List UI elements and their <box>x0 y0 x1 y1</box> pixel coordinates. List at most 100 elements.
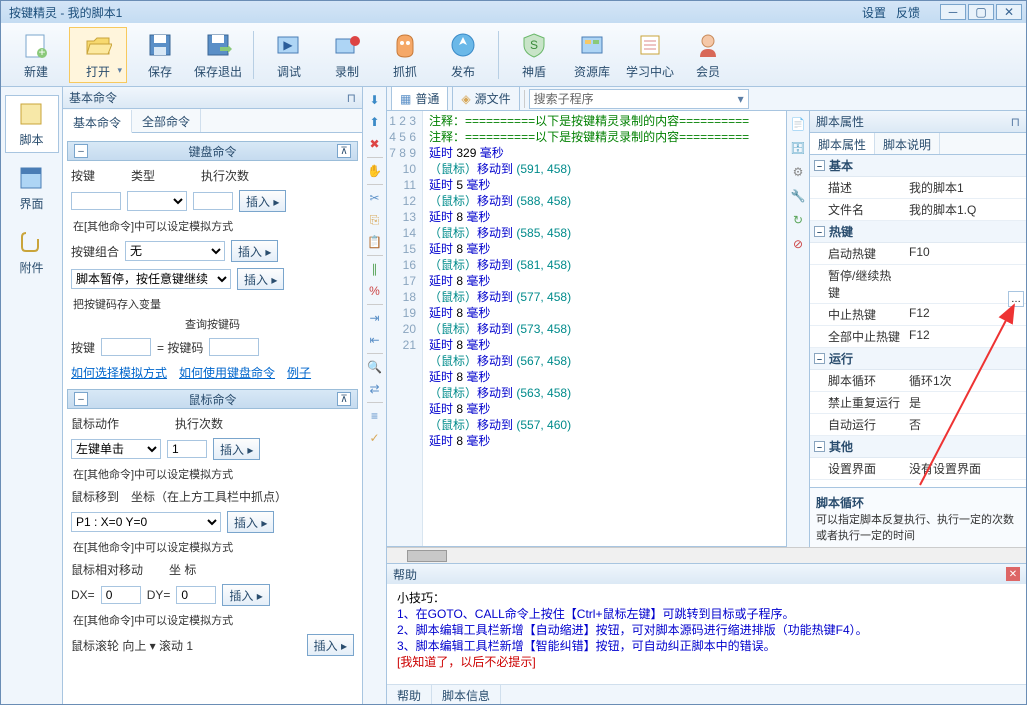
expand-icon[interactable]: ⊼ <box>337 144 351 158</box>
pin-icon[interactable]: ⊓ <box>347 91 356 105</box>
prop-cat-run[interactable]: –运行 <box>810 348 1026 370</box>
learn-button[interactable]: 学习中心 <box>625 27 675 83</box>
vtool-cut-icon[interactable]: ✂ <box>366 189 384 207</box>
subtab-all[interactable]: 全部命令 <box>132 109 201 132</box>
vtool-arrow-up-icon[interactable]: ⬆ <box>366 113 384 131</box>
vtool-copy-icon[interactable]: ⎘ <box>366 211 384 229</box>
proptab-desc[interactable]: 脚本说明 <box>875 133 940 154</box>
rtool-gear-icon[interactable]: ⚙ <box>789 163 807 181</box>
count-input[interactable] <box>193 192 233 210</box>
vtool-arrow-down-icon[interactable]: ⬇ <box>366 91 384 109</box>
collapse-icon[interactable]: – <box>814 226 825 237</box>
prop-cat-basic[interactable]: –基本 <box>810 155 1026 177</box>
insert-mouse-button[interactable]: 插入 ▸ <box>213 438 260 460</box>
section-mouse[interactable]: –鼠标命令⊼ <box>67 389 358 409</box>
debug-button[interactable]: ▶调试 <box>264 27 314 83</box>
help-dismiss-link[interactable]: [我知道了，以后不必提示] <box>397 654 1016 670</box>
mouse-action-select[interactable]: 左键单击 <box>71 439 161 459</box>
new-button[interactable]: +新建 <box>11 27 61 83</box>
point-select[interactable]: P1 : X=0 Y=0 <box>71 512 221 532</box>
link-kb[interactable]: 如何使用键盘命令 <box>179 364 275 381</box>
dropdown-icon: ▾ <box>738 92 744 106</box>
save-icon <box>144 29 176 61</box>
keycode-input[interactable] <box>101 338 151 356</box>
horizontal-scrollbar[interactable] <box>387 547 1026 563</box>
saveexit-button[interactable]: 保存退出 <box>193 27 243 83</box>
vtool-replace-icon[interactable]: ⇄ <box>366 380 384 398</box>
vtool-check-icon[interactable]: ✓ <box>366 429 384 447</box>
tab-normal[interactable]: ▦普通 <box>391 86 448 111</box>
tab-source[interactable]: ◈源文件 <box>452 86 519 111</box>
type-select[interactable] <box>127 191 187 211</box>
pause-select[interactable]: 脚本暂停，按任意键继续 <box>71 269 231 289</box>
collapse-icon[interactable]: – <box>74 392 88 406</box>
settings-link[interactable]: 设置 <box>862 4 886 21</box>
helptab-help[interactable]: 帮助 <box>387 685 432 704</box>
key-input[interactable] <box>71 192 121 210</box>
link-sim[interactable]: 如何选择模拟方式 <box>71 364 167 381</box>
combo-select[interactable]: 无 <box>125 241 225 261</box>
open-button[interactable]: 打开▾ <box>69 27 127 83</box>
publish-button[interactable]: 发布 <box>438 27 488 83</box>
prop-cat-other[interactable]: –其他 <box>810 436 1026 458</box>
tab-script[interactable]: 脚本 <box>5 95 59 153</box>
record-button[interactable]: 录制 <box>322 27 372 83</box>
line-numbers: 1 2 3 4 5 6 7 8 9 10 11 12 13 14 15 16 1… <box>387 111 423 546</box>
insert-relmove-button[interactable]: 插入 ▸ <box>222 584 269 606</box>
vtool-uncomment-icon[interactable]: % <box>366 282 384 300</box>
pin-icon[interactable]: ⊓ <box>1011 115 1020 129</box>
proptab-attr[interactable]: 脚本属性 <box>810 133 875 154</box>
collapse-icon[interactable]: – <box>814 353 825 364</box>
code-editor[interactable]: 1 2 3 4 5 6 7 8 9 10 11 12 13 14 15 16 1… <box>387 111 786 547</box>
resource-button[interactable]: 资源库 <box>567 27 617 83</box>
new-icon: + <box>20 29 52 61</box>
expand-icon[interactable]: ⊼ <box>337 392 351 406</box>
minimize-button[interactable]: ─ <box>940 4 966 20</box>
vtool-format-icon[interactable]: ≡ <box>366 407 384 425</box>
vtool-paste-icon[interactable]: 📋 <box>366 233 384 251</box>
dx-input[interactable] <box>101 586 141 604</box>
scroll-thumb[interactable] <box>407 550 447 562</box>
insert-pause-button[interactable]: 插入 ▸ <box>237 268 284 290</box>
code-content[interactable]: 注释：==========以下是按键精灵录制的内容========== 注释：=… <box>423 111 786 546</box>
close-button[interactable]: ✕ <box>996 4 1022 20</box>
maximize-button[interactable]: ▢ <box>968 4 994 20</box>
rtool-db-icon[interactable]: 🗄 <box>789 139 807 157</box>
save-button[interactable]: 保存 <box>135 27 185 83</box>
section-keyboard[interactable]: –键盘命令⊼ <box>67 141 358 161</box>
rtool-refresh-icon[interactable]: ↻ <box>789 211 807 229</box>
help-close-button[interactable]: ✕ <box>1006 567 1020 581</box>
tab-ui[interactable]: 界面 <box>5 159 59 217</box>
vtool-delete-icon[interactable]: ✖ <box>366 135 384 153</box>
vtool-hand-icon[interactable]: ✋ <box>366 162 384 180</box>
capture-button[interactable]: 抓抓 <box>380 27 430 83</box>
link-ex[interactable]: 例子 <box>287 364 311 381</box>
helptab-info[interactable]: 脚本信息 <box>432 685 501 704</box>
vtool-find-icon[interactable]: 🔍 <box>366 358 384 376</box>
collapse-icon[interactable]: – <box>74 144 88 158</box>
loop-edit-button[interactable]: … <box>1008 291 1024 307</box>
rtool-wrench-icon[interactable]: 🔧 <box>789 187 807 205</box>
rtool-stop-icon[interactable]: ⊘ <box>789 235 807 253</box>
keycode-result[interactable] <box>209 338 259 356</box>
subtab-basic[interactable]: 基本命令 <box>63 110 132 133</box>
collapse-icon[interactable]: – <box>814 441 825 452</box>
vtool-outdent-icon[interactable]: ⇤ <box>366 331 384 349</box>
insert-wheel-button[interactable]: 插入 ▸ <box>307 634 354 656</box>
mouse-count-input[interactable] <box>167 440 207 458</box>
collapse-icon[interactable]: – <box>814 160 825 171</box>
member-button[interactable]: 会员 <box>683 27 733 83</box>
search-sub-combo[interactable]: 搜索子程序▾ <box>529 89 749 109</box>
shield-button[interactable]: S神盾 <box>509 27 559 83</box>
vtool-comment-icon[interactable]: ∥ <box>366 260 384 278</box>
insert-combo-button[interactable]: 插入 ▸ <box>231 240 278 262</box>
prop-cat-hotkey[interactable]: –热键 <box>810 221 1026 243</box>
vtool-indent-icon[interactable]: ⇥ <box>366 309 384 327</box>
insert-move-button[interactable]: 插入 ▸ <box>227 511 274 533</box>
insert-key-button[interactable]: 插入 ▸ <box>239 190 286 212</box>
prop-row: 启动热键F10 <box>810 243 1026 265</box>
tab-attach[interactable]: 附件 <box>5 223 59 281</box>
feedback-link[interactable]: 反馈 <box>896 4 920 21</box>
rtool-doc-icon[interactable]: 📄 <box>789 115 807 133</box>
dy-input[interactable] <box>176 586 216 604</box>
